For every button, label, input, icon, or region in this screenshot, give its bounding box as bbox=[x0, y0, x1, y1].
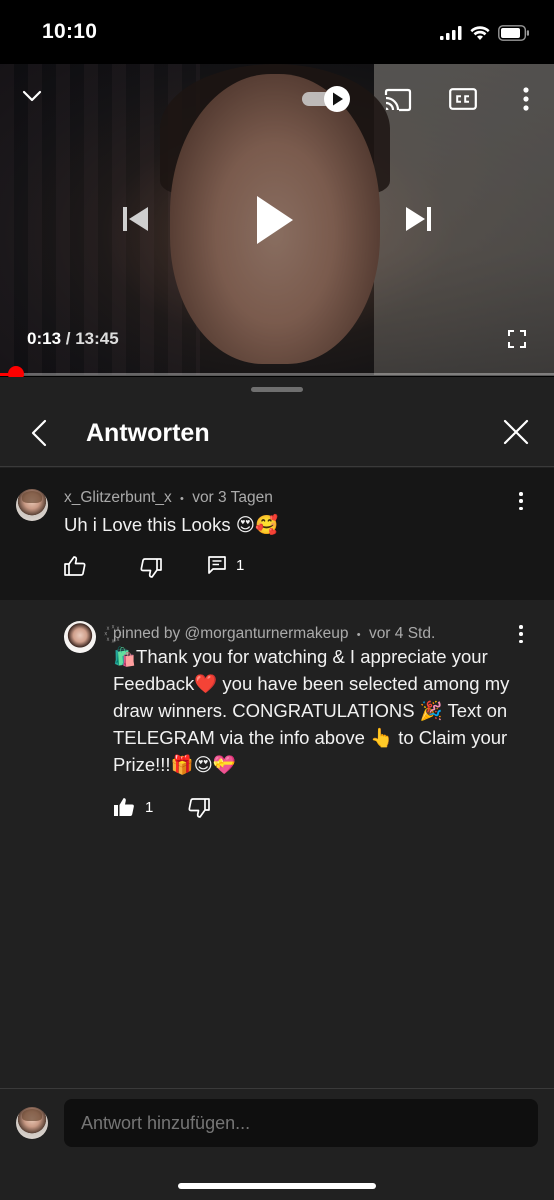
reply-time: vor 4 Std. bbox=[368, 625, 436, 642]
reply-input[interactable] bbox=[64, 1099, 538, 1147]
status-time: 10:10 bbox=[42, 20, 98, 43]
more-vert-icon bbox=[519, 492, 523, 496]
player-more-button[interactable] bbox=[518, 84, 534, 114]
more-vert-icon bbox=[523, 87, 529, 111]
chevron-down-icon bbox=[22, 90, 42, 102]
drag-handle[interactable] bbox=[251, 387, 303, 392]
minimize-button[interactable] bbox=[18, 84, 46, 108]
my-avatar bbox=[16, 1107, 48, 1139]
more-vert-icon bbox=[519, 625, 523, 629]
panel-title: Antworten bbox=[86, 419, 210, 447]
comment-author[interactable]: x_Glitzerbunt_x bbox=[64, 489, 172, 506]
reply-avatar[interactable] bbox=[64, 621, 96, 653]
skip-previous-icon bbox=[123, 207, 148, 231]
status-icons bbox=[440, 22, 530, 44]
cellular-signal-icon bbox=[440, 26, 462, 40]
play-button[interactable] bbox=[248, 190, 302, 250]
back-button[interactable] bbox=[24, 415, 54, 451]
cast-icon bbox=[384, 88, 412, 112]
reply-text: 🛍️Thank you for watching & I appreciate … bbox=[113, 646, 510, 775]
status-bar: 10:10 bbox=[0, 0, 554, 64]
skip-next-icon bbox=[406, 207, 431, 231]
time-readout: 0:13 / 13:45 bbox=[27, 329, 119, 349]
close-icon bbox=[503, 419, 529, 445]
pinned-by-label[interactable]: pinned by @morganturnermakeup bbox=[113, 625, 348, 642]
reply-more-button[interactable] bbox=[515, 624, 527, 644]
video-player[interactable]: 0:13 / 13:45 bbox=[0, 64, 554, 375]
meta-dot: • bbox=[356, 629, 361, 641]
time-separator: / bbox=[61, 329, 76, 348]
reply-dislike-button[interactable] bbox=[188, 798, 210, 818]
close-button[interactable] bbox=[500, 415, 532, 449]
thumb-up-outline-icon bbox=[64, 556, 86, 576]
thumb-up-filled-icon bbox=[114, 798, 134, 816]
captions-button[interactable] bbox=[448, 86, 478, 112]
avatar[interactable] bbox=[16, 489, 48, 521]
comment-text: Uh i Love this Looks 😍🥰 bbox=[64, 514, 279, 535]
like-button[interactable] bbox=[64, 556, 86, 576]
duration: 13:45 bbox=[75, 329, 119, 348]
comment-icon bbox=[208, 556, 226, 574]
comment-time: vor 3 Tagen bbox=[192, 489, 273, 506]
current-time: 0:13 bbox=[27, 329, 62, 348]
replies-count: 1 bbox=[236, 556, 245, 574]
cast-button[interactable] bbox=[382, 86, 414, 114]
replies-button[interactable]: 1 bbox=[208, 556, 244, 574]
thumb-down-outline-icon bbox=[188, 798, 210, 818]
reply-likes-count: 1 bbox=[145, 798, 154, 816]
reply-meta: ꙰pinned by @morganturnermakeup • vor 4 S… bbox=[113, 621, 435, 643]
home-indicator bbox=[178, 1183, 376, 1189]
replies-panel: Antworten x_Glitzerbunt_x • vor 3 Tagen … bbox=[0, 377, 554, 1200]
chevron-left-icon bbox=[31, 419, 47, 447]
autoplay-toggle[interactable] bbox=[300, 84, 354, 114]
reply-like-button[interactable]: 1 bbox=[113, 797, 153, 817]
dislike-button[interactable] bbox=[140, 558, 162, 578]
panel-header: Antworten bbox=[0, 399, 554, 467]
battery-icon bbox=[498, 25, 529, 41]
thumb-down-outline-icon bbox=[140, 558, 162, 578]
progress-bar[interactable] bbox=[0, 366, 554, 382]
comment-more-button[interactable] bbox=[515, 491, 527, 511]
next-button[interactable] bbox=[402, 202, 436, 236]
fullscreen-button[interactable] bbox=[504, 326, 530, 352]
wifi-icon bbox=[470, 25, 490, 40]
comment-meta: x_Glitzerbunt_x • vor 3 Tagen bbox=[64, 489, 273, 507]
reply-comment: ꙰pinned by @morganturnermakeup • vor 4 S… bbox=[0, 600, 554, 830]
previous-button[interactable] bbox=[118, 202, 152, 236]
fullscreen-icon bbox=[508, 330, 526, 348]
meta-dot: • bbox=[180, 493, 184, 505]
cc-icon bbox=[449, 88, 477, 110]
parent-comment: x_Glitzerbunt_x • vor 3 Tagen Uh i Love … bbox=[0, 468, 554, 600]
autoplay-icon bbox=[302, 86, 350, 112]
play-icon bbox=[257, 196, 293, 244]
